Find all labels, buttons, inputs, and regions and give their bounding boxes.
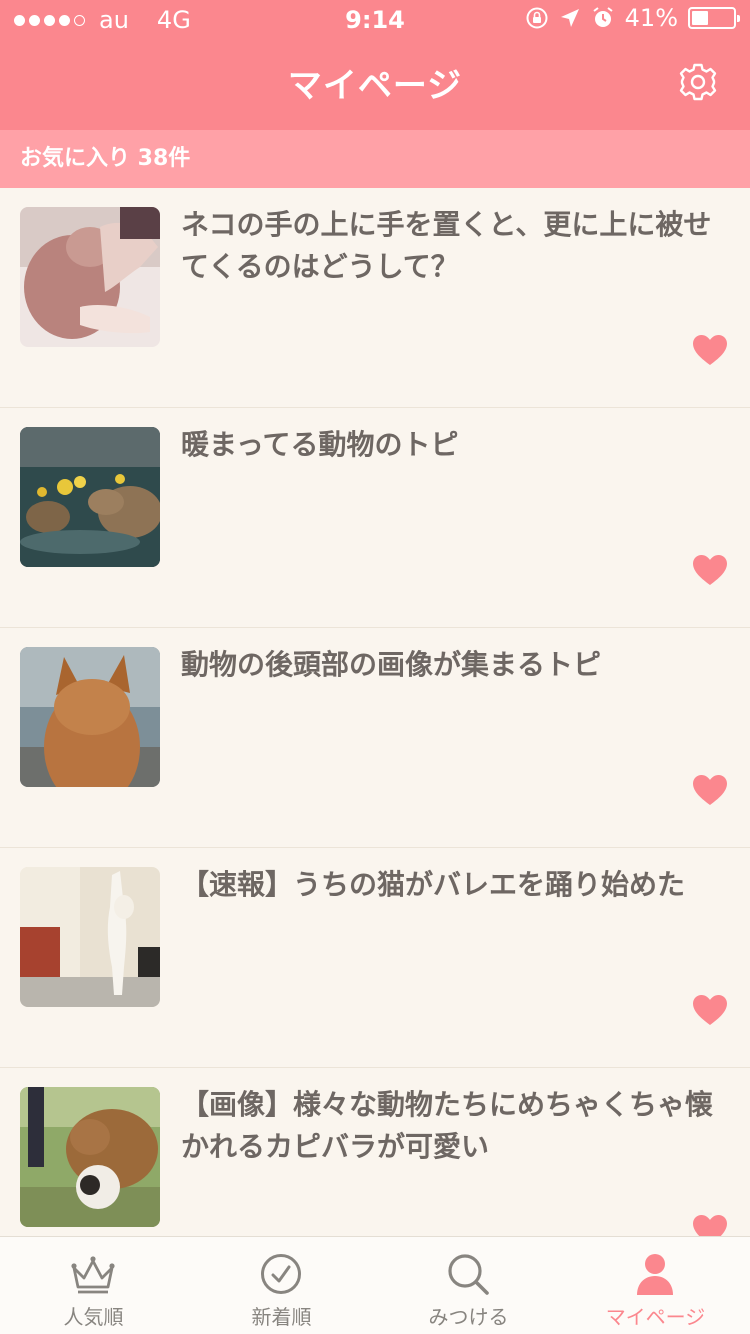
- carrier-name: au: [99, 6, 129, 34]
- battery-icon: [688, 7, 740, 29]
- status-left: au 4G: [14, 6, 191, 34]
- heart-icon[interactable]: [692, 994, 728, 1026]
- location-arrow-icon: [560, 9, 579, 27]
- settings-button[interactable]: [676, 60, 720, 104]
- topic-title: 動物の後頭部の画像が集まるトピ: [181, 648, 602, 681]
- status-right: 41%: [525, 4, 740, 32]
- thumbnail-cat-hands: [20, 207, 160, 347]
- tab-label: みつける: [428, 1305, 509, 1329]
- network-type: 4G: [156, 6, 191, 34]
- list-item[interactable]: 【画像】様々な動物たちにめちゃくちゃ懐かれるカピバラが可愛い: [0, 1068, 750, 1236]
- favorites-list: ネコの手の上に手を置くと、更に上に被せてくるのはどうして？ 暖まってる動物のトピ: [0, 188, 750, 1236]
- favorites-count-header: お気に入り 38件: [0, 130, 750, 188]
- thumbnail-capybara-cat: [20, 1087, 160, 1227]
- tab-bar: 人気順 新着順 みつける マイページ: [0, 1236, 750, 1334]
- thumbnail-dog-back: [20, 647, 160, 787]
- alarm-icon: [593, 7, 613, 27]
- signal-dot: [44, 14, 55, 26]
- topic-title: ネコの手の上に手を置くと、更に上に被せてくるのはどうして？: [181, 208, 712, 283]
- thumbnail-capybara-bath: [20, 427, 160, 567]
- heart-icon[interactable]: [692, 554, 728, 586]
- crown-icon: [71, 1256, 115, 1294]
- page-title: マイページ: [287, 66, 463, 106]
- battery-fill: [692, 11, 708, 25]
- tab-label: 人気順: [63, 1305, 124, 1329]
- topic-title: 暖まってる動物のトピ: [181, 428, 459, 461]
- heart-icon[interactable]: [692, 1214, 728, 1236]
- heart-icon[interactable]: [692, 774, 728, 806]
- thumbnail-cat-standing: [20, 867, 160, 1007]
- tab-label: 新着順: [251, 1305, 312, 1329]
- top-bar: au 4G 9:14 41% マイページ: [0, 0, 750, 130]
- search-icon: [448, 1254, 489, 1295]
- clock-icon: [261, 1254, 301, 1294]
- signal-dot: [14, 14, 25, 26]
- person-icon: [637, 1254, 673, 1295]
- list-item[interactable]: 【速報】うちの猫がバレエを踊り始めた: [0, 848, 750, 1068]
- tab-mypage[interactable]: マイページ: [562, 1237, 749, 1334]
- topic-title: 【画像】様々な動物たちにめちゃくちゃ懐かれるカピバラが可愛い: [181, 1088, 714, 1163]
- tab-label: マイページ: [605, 1305, 706, 1329]
- list-item[interactable]: 暖まってる動物のトピ: [0, 408, 750, 628]
- list-item[interactable]: 動物の後頭部の画像が集まるトピ: [0, 628, 750, 848]
- signal-dot-empty: [74, 14, 85, 26]
- tab-newest[interactable]: 新着順: [188, 1237, 375, 1334]
- status-bar: au 4G 9:14 41%: [0, 0, 750, 40]
- gear-icon: [679, 63, 717, 101]
- tab-discover[interactable]: みつける: [375, 1237, 562, 1334]
- battery-percent: 41%: [624, 4, 678, 32]
- topic-title: 【速報】うちの猫がバレエを踊り始めた: [181, 868, 686, 901]
- signal-dot: [29, 14, 40, 26]
- tab-popular[interactable]: 人気順: [0, 1237, 187, 1334]
- rotation-lock-icon: [526, 7, 548, 29]
- signal-dot: [59, 14, 70, 26]
- list-item[interactable]: ネコの手の上に手を置くと、更に上に被せてくるのはどうして？: [0, 188, 750, 408]
- heart-icon[interactable]: [692, 334, 728, 366]
